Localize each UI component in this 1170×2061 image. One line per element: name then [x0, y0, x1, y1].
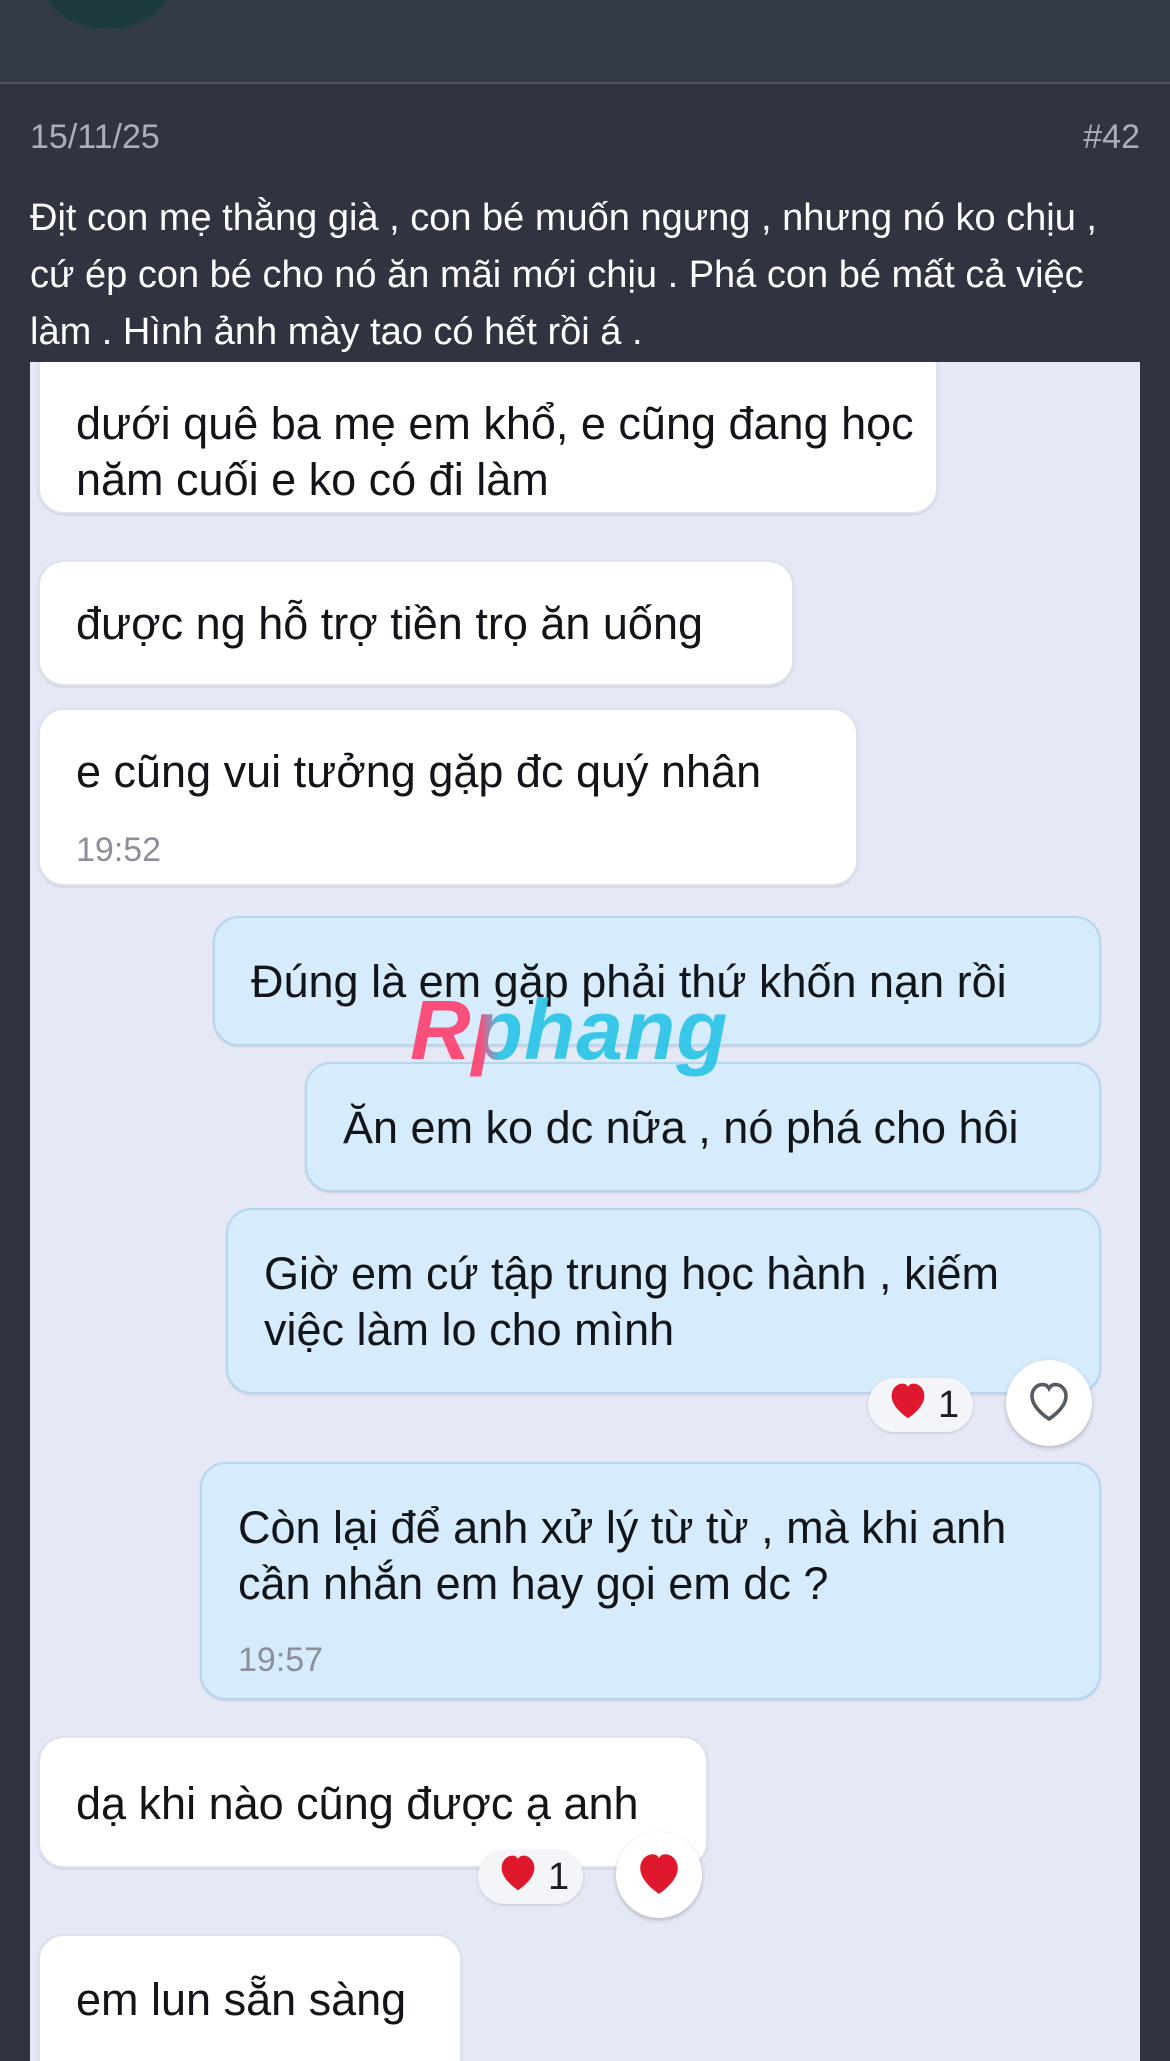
- heart-icon: [886, 1380, 930, 1430]
- message-bubble-received: e cũng vui tưởng gặp đc quý nhân 19:52: [38, 708, 858, 886]
- reaction-count-pill[interactable]: 1: [478, 1850, 584, 1904]
- message-text: Giờ em cứ tập trung học hành , kiếm việc…: [264, 1248, 999, 1355]
- post-date: 15/11/25: [30, 118, 160, 156]
- message-text: dưới quê ba mẹ em khổ, e cũng đang học n…: [76, 398, 914, 505]
- post-body: Địt con mẹ thằng già , con bé muốn ngưng…: [30, 197, 1097, 353]
- watermark-logo: Rphang: [410, 983, 729, 1077]
- message-bubble-received: dạ khi nào cũng được ạ anh: [38, 1736, 708, 1868]
- message-text: em lun sẵn sàng: [76, 1974, 407, 2025]
- message-bubble-sent: Giờ em cứ tập trung học hành , kiếm việc…: [226, 1208, 1101, 1394]
- heart-icon: [634, 1850, 684, 1901]
- message-bubble-sent: Còn lại để anh xử lý từ từ , mà khi anh …: [200, 1462, 1101, 1700]
- message-text: e cũng vui tưởng gặp đc quý nhân: [76, 746, 762, 797]
- message-text: được ng hỗ trợ tiền trọ ăn uống: [76, 598, 704, 649]
- message-text: Ăn em ko dc nữa , nó phá cho hôi: [343, 1102, 1019, 1153]
- top-bar: [0, 0, 1170, 84]
- message-text: Còn lại để anh xử lý từ từ , mà khi anh …: [238, 1502, 1007, 1609]
- message-time: 19:57: [238, 1641, 324, 1679]
- message-bubble-received: được ng hỗ trợ tiền trọ ăn uống: [38, 560, 794, 686]
- reaction-count-pill[interactable]: 1: [868, 1378, 974, 1432]
- reaction-count: 1: [938, 1383, 960, 1426]
- chat-screenshot: dưới quê ba mẹ em khổ, e cũng đang học n…: [30, 362, 1140, 2061]
- avatar[interactable]: [40, 0, 174, 30]
- post-number[interactable]: #42: [1083, 118, 1140, 157]
- message-bubble-sent: Ăn em ko dc nữa , nó phá cho hôi: [305, 1062, 1101, 1192]
- message-bubble-received: em lun sẵn sàng: [38, 1934, 462, 2061]
- reaction-count: 1: [548, 1855, 570, 1898]
- heart-outline-icon: [1025, 1379, 1073, 1428]
- message-text: dạ khi nào cũng được ạ anh: [76, 1778, 639, 1829]
- message-bubble-received: dưới quê ba mẹ em khổ, e cũng đang học n…: [38, 362, 938, 514]
- heart-reaction-button[interactable]: [616, 1832, 702, 1918]
- heart-icon: [496, 1852, 540, 1902]
- message-time: 19:52: [76, 831, 162, 869]
- add-reaction-button[interactable]: [1006, 1360, 1092, 1446]
